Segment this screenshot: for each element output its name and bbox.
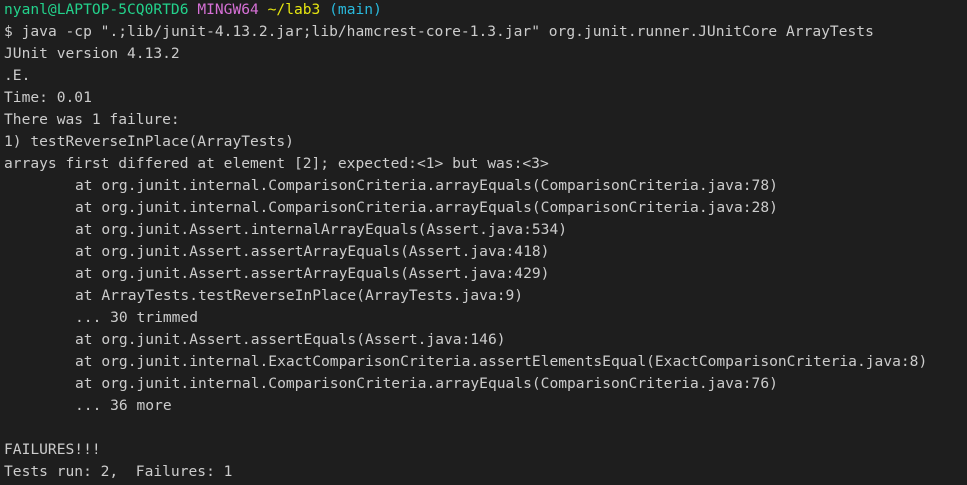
stack-trace: at org.junit.internal.ComparisonCriteria… xyxy=(4,175,967,417)
stack-trace-line: at org.junit.Assert.assertArrayEquals(As… xyxy=(75,243,550,260)
prompt-branch: (main) xyxy=(329,1,382,18)
prompt-symbol: $ xyxy=(4,23,13,40)
stack-trace-line: at org.junit.internal.ComparisonCriteria… xyxy=(75,375,778,392)
stack-trace-line: at org.junit.internal.ExactComparisonCri… xyxy=(75,353,928,370)
stack-trace-line: at org.junit.Assert.assertEquals(Assert.… xyxy=(75,331,506,348)
stack-trace-line: at org.junit.Assert.internalArrayEquals(… xyxy=(75,221,568,238)
failure-count-line: There was 1 failure: xyxy=(4,111,180,128)
junit-version-line: JUnit version 4.13.2 xyxy=(4,45,180,62)
time-line: Time: 0.01 xyxy=(4,89,92,106)
test-summary-line: Tests run: 2, Failures: 1 xyxy=(4,463,233,480)
stack-trace-line: at org.junit.Assert.assertArrayEquals(As… xyxy=(75,265,550,282)
prompt-system: MINGW64 xyxy=(197,1,259,18)
stack-trace-line: ... 30 trimmed xyxy=(75,309,199,326)
failure-header-line: 1) testReverseInPlace(ArrayTests) xyxy=(4,133,294,150)
prompt-line: nyanl@LAPTOP-5CQ0RTD6 MINGW64 ~/lab3 (ma… xyxy=(4,0,967,21)
stack-trace-line: at org.junit.internal.ComparisonCriteria… xyxy=(75,199,778,216)
failure-message-line: arrays first differed at element [2]; ex… xyxy=(4,155,549,172)
prompt-cwd: ~/lab3 xyxy=(267,1,321,18)
terminal-window[interactable]: nyanl@LAPTOP-5CQ0RTD6 MINGW64 ~/lab3 (ma… xyxy=(0,0,967,484)
failures-banner: FAILURES!!! xyxy=(4,441,101,458)
stack-trace-line: at org.junit.internal.ComparisonCriteria… xyxy=(75,177,778,194)
stack-trace-line: ... 36 more xyxy=(75,397,172,414)
command-text: java -cp ".;lib/junit-4.13.2.jar;lib/ham… xyxy=(21,23,874,40)
prompt-user-host: nyanl@LAPTOP-5CQ0RTD6 xyxy=(4,1,189,18)
stack-trace-line: at ArrayTests.testReverseInPlace(ArrayTe… xyxy=(75,287,524,304)
test-progress-line: .E. xyxy=(4,67,31,84)
command-line[interactable]: $ java -cp ".;lib/junit-4.13.2.jar;lib/h… xyxy=(4,21,967,43)
